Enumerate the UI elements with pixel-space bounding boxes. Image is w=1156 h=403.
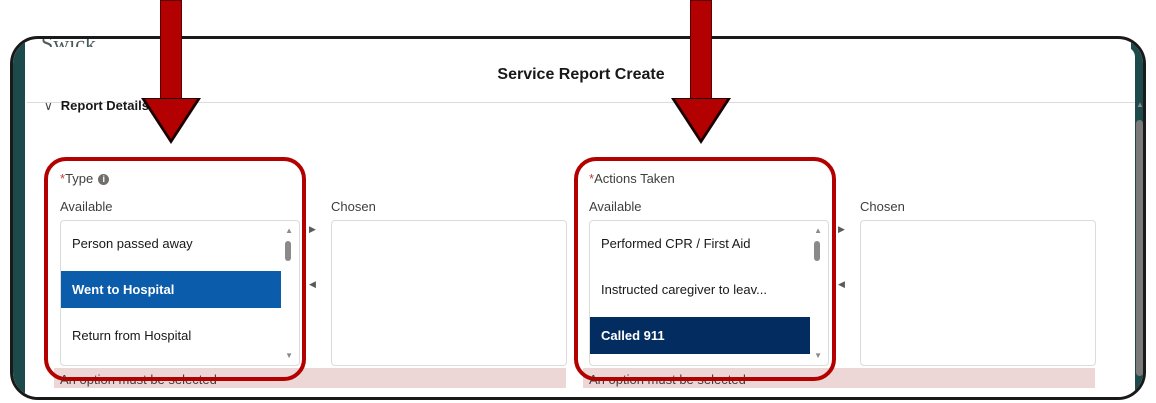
move-left-icon[interactable]: ◀ bbox=[309, 279, 316, 290]
move-right-icon[interactable]: ▶ bbox=[838, 224, 845, 235]
annotation-highlight-actions bbox=[574, 157, 836, 381]
section-title: Report Details bbox=[60, 98, 149, 113]
background-panel-left bbox=[13, 39, 25, 397]
actions-chosen-label: Chosen bbox=[860, 199, 905, 214]
actions-chosen-listbox[interactable] bbox=[860, 220, 1096, 366]
modal-title: Service Report Create bbox=[497, 65, 665, 83]
modal-scrollbar[interactable]: ▲ bbox=[1136, 100, 1144, 386]
chevron-down-icon: ∨ bbox=[44, 98, 53, 113]
modal-header: Service Report Create bbox=[27, 47, 1135, 103]
type-chosen-listbox[interactable] bbox=[331, 220, 567, 366]
modal-scrollbar-thumb[interactable] bbox=[1136, 120, 1143, 376]
move-left-icon[interactable]: ◀ bbox=[838, 279, 845, 290]
scroll-up-icon[interactable]: ▲ bbox=[1136, 100, 1144, 109]
annotation-highlight-type bbox=[44, 157, 306, 381]
section-toggle-report-details[interactable]: ∨ Report Details bbox=[44, 98, 149, 113]
move-right-icon[interactable]: ▶ bbox=[309, 224, 316, 235]
type-chosen-label: Chosen bbox=[331, 199, 376, 214]
